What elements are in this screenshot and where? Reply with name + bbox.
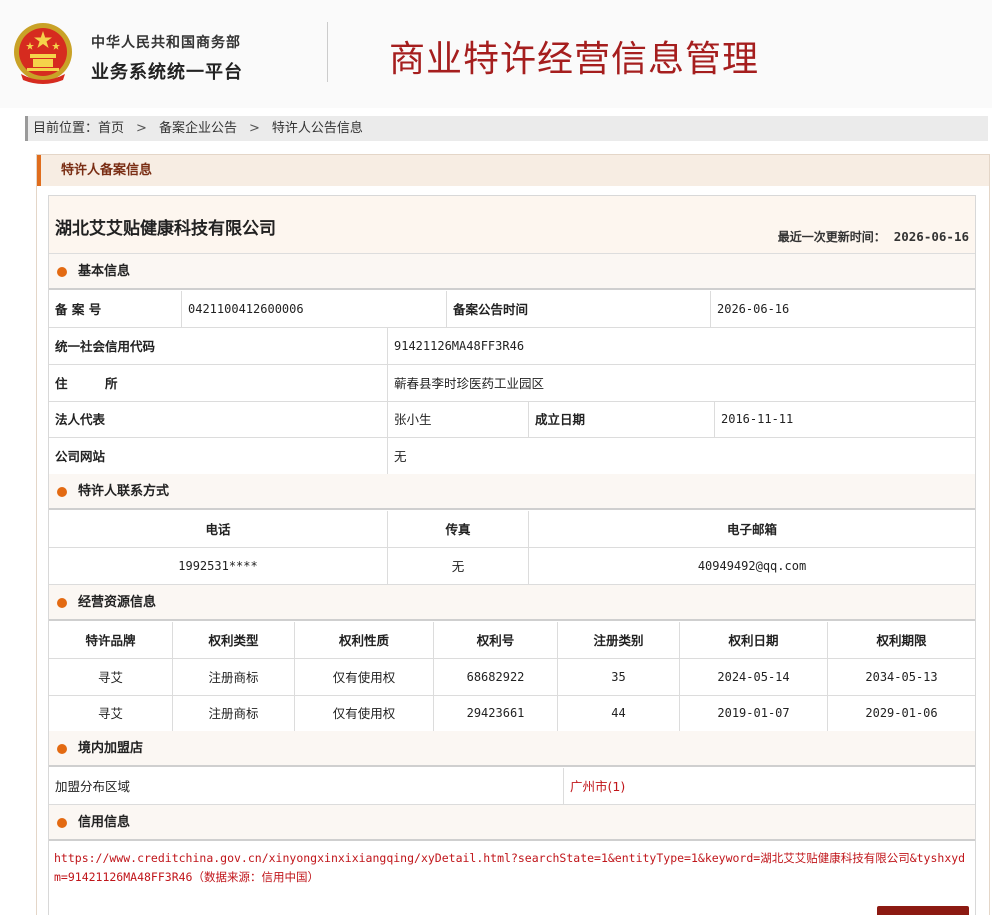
right-term-cell: 2029-01-06 xyxy=(865,706,938,720)
right-no-cell: 68682922 xyxy=(434,659,558,696)
breadcrumb-separator: > xyxy=(136,121,147,136)
column-header-right-date: 权利日期 xyxy=(680,622,828,659)
breadcrumb-filed-companies[interactable]: 备案企业公告 xyxy=(159,121,237,136)
section-title: 境内加盟店 xyxy=(78,741,144,756)
company-header: 湖北艾艾贴健康科技有限公司 最近一次更新时间： 2026-06-16 xyxy=(49,196,975,254)
table-row: 寻艾 注册商标 仅有使用权 29423661 44 2019-01-07 202… xyxy=(49,695,975,732)
section-title: 经营资源信息 xyxy=(78,595,157,610)
org-name-line2: 业务系统统一平台 xyxy=(91,62,243,83)
table-row: 公司网站 无 xyxy=(49,438,975,475)
breadcrumb-separator: > xyxy=(248,121,260,136)
table-header-row: 电话 传真 电子邮箱 xyxy=(49,511,975,548)
column-header-right-nature: 权利性质 xyxy=(295,622,434,659)
brand-cell: 寻艾 xyxy=(49,659,173,696)
bullet-dot-icon xyxy=(57,818,67,828)
announce-time-value: 2026-06-16 xyxy=(717,302,790,316)
website-value: 无 xyxy=(394,449,407,464)
company-name: 湖北艾艾贴健康科技有限公司 xyxy=(55,219,276,239)
last-update-label: 最近一次更新时间： xyxy=(777,230,886,244)
bullet-dot-icon xyxy=(57,744,67,754)
right-type-cell: 注册商标 xyxy=(173,659,295,696)
breadcrumb: 目前位置：首页 > 备案企业公告 > 特许人公告信息 xyxy=(25,116,988,141)
right-date-cell: 2024-05-14 xyxy=(680,659,828,696)
phone-value: 1992531**** xyxy=(49,548,388,585)
last-update-value: 2026-06-16 xyxy=(893,229,969,244)
section-title: 特许人联系方式 xyxy=(78,484,170,499)
fax-value: 无 xyxy=(388,548,529,585)
established-label: 成立日期 xyxy=(529,401,715,438)
org-name-line1: 中华人民共和国商务部 xyxy=(91,35,241,51)
column-header-right-type: 权利类型 xyxy=(173,622,295,659)
table-row: 加盟分布区域 广州市(1) xyxy=(49,768,975,805)
system-title: 商业特许经营信息管理 xyxy=(389,39,760,80)
table-header-row: 特许品牌 权利类型 权利性质 权利号 注册类别 权利日期 权利期限 xyxy=(49,622,975,659)
section-domestic-stores: 境内加盟店 xyxy=(49,731,975,767)
section-title: 基本信息 xyxy=(78,264,131,279)
website-label: 公司网站 xyxy=(49,438,388,475)
column-header-right-no: 权利号 xyxy=(434,622,558,659)
credit-china-link[interactable]: https://www.creditchina.gov.cn/xinyongxi… xyxy=(54,849,970,887)
record-no-value: 0421100412600006 xyxy=(182,291,447,328)
table-row: 1992531**** 无 40949492@qq.com xyxy=(49,548,975,585)
panel-title: 特许人备案信息 xyxy=(37,155,989,186)
brand-cell: 寻艾 xyxy=(49,695,173,732)
breadcrumb-prefix: 目前位置： xyxy=(33,121,99,136)
established-value: 2016-11-11 xyxy=(721,412,794,426)
breadcrumb-franchisor-info: 特许人公告信息 xyxy=(271,121,363,136)
legal-rep-label: 法人代表 xyxy=(49,401,388,438)
bullet-dot-icon xyxy=(57,598,67,608)
right-nature-cell: 仅有使用权 xyxy=(295,695,434,732)
column-header-brand: 特许品牌 xyxy=(49,622,173,659)
section-basic-info: 基本信息 xyxy=(49,254,975,290)
column-header-reg-class: 注册类别 xyxy=(558,622,680,659)
address-value: 蕲春县李时珍医药工业园区 xyxy=(394,376,545,391)
record-card: 湖北艾艾贴健康科技有限公司 最近一次更新时间： 2026-06-16 基本信息 备… xyxy=(48,195,976,915)
right-type-cell: 注册商标 xyxy=(173,695,295,732)
section-resources: 经营资源信息 xyxy=(49,585,975,621)
credit-code-label: 统一社会信用代码 xyxy=(49,328,388,365)
announce-time-label: 备案公告时间 xyxy=(447,291,711,328)
section-credit: 信用信息 xyxy=(49,805,975,841)
right-term-cell: 2034-05-13 xyxy=(865,670,938,684)
action-button[interactable] xyxy=(877,906,969,915)
column-header-fax: 传真 xyxy=(388,511,529,548)
column-header-right-term: 权利期限 xyxy=(876,633,927,648)
right-nature-cell: 仅有使用权 xyxy=(295,659,434,696)
credit-code-value: 91421126MA48FF3R46 xyxy=(394,339,525,353)
region-label: 加盟分布区域 xyxy=(49,768,564,805)
section-contact: 特许人联系方式 xyxy=(49,474,975,510)
column-header-phone: 电话 xyxy=(49,511,388,548)
right-date-cell: 2019-01-07 xyxy=(680,695,828,732)
region-link[interactable]: 广州市(1) xyxy=(564,768,975,805)
table-row: 统一社会信用代码 91421126MA48FF3R46 xyxy=(49,328,975,365)
table-row: 寻艾 注册商标 仅有使用权 68682922 35 2024-05-14 203… xyxy=(49,659,975,696)
reg-class-cell: 35 xyxy=(558,659,680,696)
right-no-cell: 29423661 xyxy=(434,695,558,732)
table-row: 法人代表 张小生 成立日期 2016-11-11 xyxy=(49,401,975,438)
column-header-email: 电子邮箱 xyxy=(726,522,777,537)
header-divider xyxy=(327,22,328,82)
email-value: 40949492@qq.com xyxy=(697,559,807,573)
table-row: 备 案 号 0421100412600006 备案公告时间 2026-06-16 xyxy=(49,291,975,328)
last-update: 最近一次更新时间： 2026-06-16 xyxy=(778,228,969,245)
bullet-dot-icon xyxy=(57,487,67,497)
section-title: 信用信息 xyxy=(78,815,131,830)
record-no-label: 备 案 号 xyxy=(49,291,182,328)
address-label: 住 所 xyxy=(49,365,388,402)
legal-rep-value: 张小生 xyxy=(388,401,529,438)
site-header: 中华人民共和国商务部 业务系统统一平台 商业特许经营信息管理 xyxy=(0,0,992,108)
reg-class-cell: 44 xyxy=(558,695,680,732)
breadcrumb-home[interactable]: 首页 xyxy=(98,121,124,136)
table-row: 住 所 蕲春县李时珍医药工业园区 xyxy=(49,365,975,402)
bullet-dot-icon xyxy=(57,267,67,277)
national-emblem-icon xyxy=(14,23,72,84)
